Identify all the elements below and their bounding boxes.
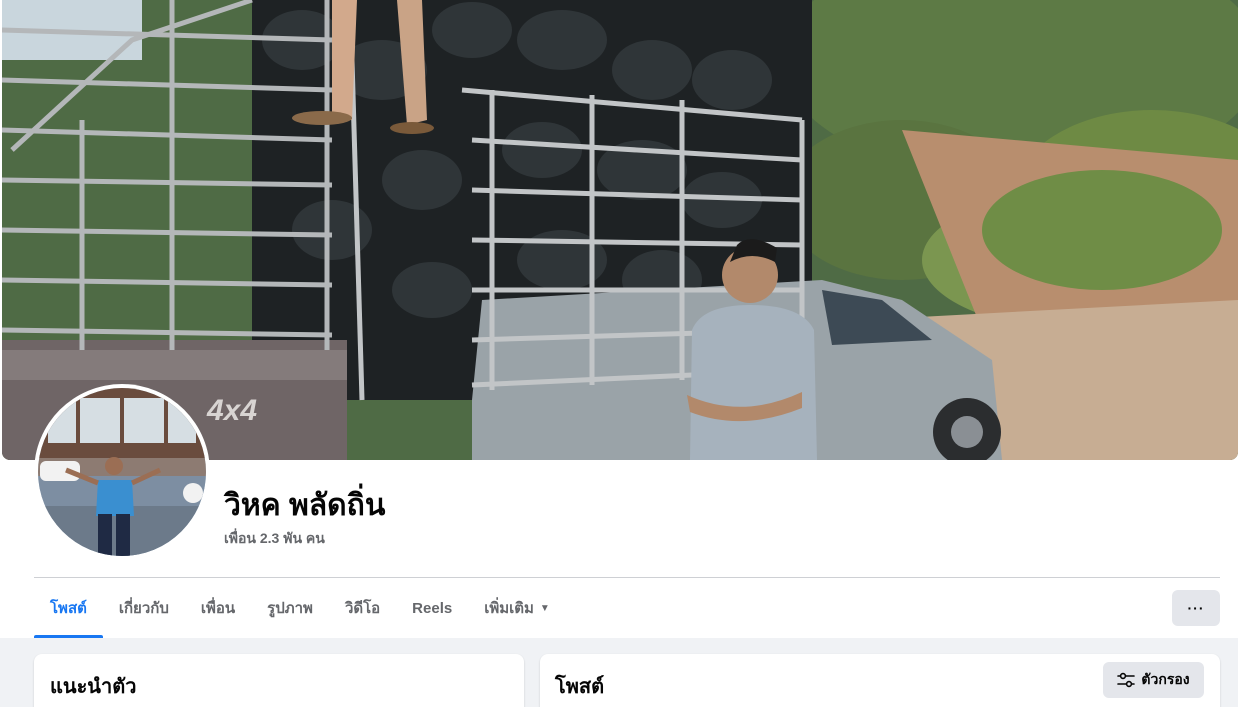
- tab-photos[interactable]: รูปภาพ: [251, 578, 329, 638]
- cover-photo[interactable]: 4x4: [2, 0, 1238, 460]
- profile-picture-frame[interactable]: [34, 384, 210, 560]
- profile-name: วิหค พลัดถิ่น: [224, 489, 386, 522]
- filter-label: ตัวกรอง: [1141, 671, 1190, 687]
- tab-label: เพื่อน: [200, 600, 236, 617]
- tab-about[interactable]: เกี่ยวกับ: [103, 578, 185, 638]
- profile-header: 4x4 วิหค พลัดถิ่น เพื่อน 2.3 พัน คน โพสต…: [0, 0, 1238, 638]
- more-options-button[interactable]: ···: [1172, 590, 1220, 626]
- tab-friends[interactable]: เพื่อน: [185, 578, 251, 638]
- tab-label: รูปภาพ: [267, 600, 313, 617]
- caret-down-icon: ▼: [539, 602, 550, 614]
- posts-card-title: โพสต์: [555, 676, 605, 698]
- intro-card: แนะนำตัว: [34, 654, 524, 707]
- ellipsis-icon: ···: [1187, 600, 1205, 616]
- tab-label: เกี่ยวกับ: [118, 600, 169, 617]
- sliders-icon: [1117, 672, 1136, 688]
- tab-label: วิดีโอ: [344, 600, 381, 617]
- tab-posts[interactable]: โพสต์: [34, 578, 103, 638]
- profile-tabs: โพสต์ เกี่ยวกับ เพื่อน รูปภาพ วิดีโอ Ree…: [34, 578, 566, 638]
- tab-reels[interactable]: Reels: [396, 578, 468, 638]
- tab-label: Reels: [412, 599, 453, 617]
- friend-count[interactable]: เพื่อน 2.3 พัน คน: [224, 528, 325, 550]
- filter-button[interactable]: ตัวกรอง: [1103, 662, 1204, 698]
- tab-videos[interactable]: วิดีโอ: [329, 578, 396, 638]
- posts-card: โพสต์ ตัวกรอง: [540, 654, 1220, 707]
- tab-label: โพสต์: [50, 600, 87, 617]
- tab-more[interactable]: เพิ่มเติม ▼: [468, 578, 566, 638]
- intro-card-title: แนะนำตัว: [50, 676, 137, 698]
- tab-label: เพิ่มเติม: [484, 600, 534, 617]
- profile-picture[interactable]: [38, 388, 206, 556]
- svg-text:4x4: 4x4: [206, 394, 257, 427]
